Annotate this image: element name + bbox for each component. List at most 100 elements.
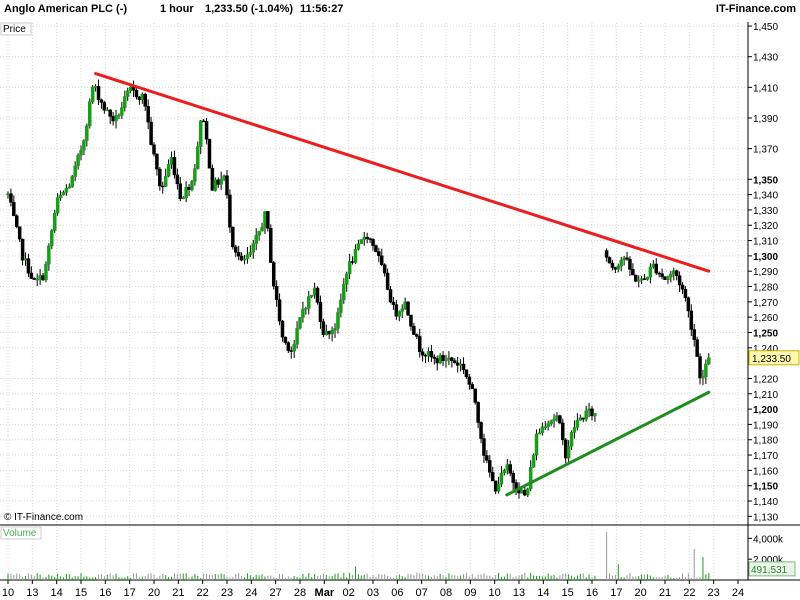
candle-up bbox=[622, 257, 626, 261]
candle-up bbox=[555, 415, 559, 420]
price-tick-label: 1,280 bbox=[753, 283, 778, 294]
candle-down bbox=[216, 179, 220, 185]
candle-down bbox=[327, 331, 331, 335]
candle-down bbox=[234, 246, 238, 253]
candle-up bbox=[324, 331, 329, 335]
candle-up bbox=[438, 355, 442, 364]
candle-down bbox=[131, 87, 136, 91]
time-tick-label: 22 bbox=[683, 587, 695, 599]
candle-up bbox=[307, 296, 311, 309]
candle-down bbox=[143, 93, 147, 107]
time-tick-label: 13 bbox=[26, 587, 38, 599]
candle-down bbox=[415, 334, 419, 337]
candle-down bbox=[455, 362, 460, 366]
candle-down bbox=[368, 238, 372, 240]
candle-up bbox=[47, 245, 51, 265]
candle-down bbox=[161, 185, 165, 188]
candle-down bbox=[41, 275, 45, 281]
candle-down bbox=[450, 357, 454, 361]
candle-down bbox=[467, 376, 472, 385]
candle-down bbox=[590, 408, 594, 417]
candle-down bbox=[102, 102, 107, 111]
time-tick-label: 03 bbox=[367, 587, 379, 599]
candle-down bbox=[461, 363, 466, 371]
candle-up bbox=[82, 140, 86, 151]
candle-down bbox=[488, 460, 492, 473]
candle-down bbox=[15, 215, 19, 228]
price-tick-label: 1,210 bbox=[753, 390, 778, 401]
candle-up bbox=[336, 312, 340, 329]
candle-up bbox=[263, 211, 267, 228]
candle-down bbox=[210, 168, 215, 191]
candle-down bbox=[137, 96, 142, 100]
candle-up bbox=[397, 311, 402, 317]
candle-up bbox=[44, 263, 48, 281]
candle-up bbox=[123, 96, 127, 108]
candle-down bbox=[236, 252, 241, 257]
candle-down bbox=[374, 245, 378, 252]
candle-up bbox=[90, 86, 95, 102]
price-chart[interactable]: Price Volume © IT-Finance.com 1,130 1,140 1,1… bbox=[0, 0, 800, 600]
candle-down bbox=[476, 402, 480, 423]
candle-down bbox=[674, 270, 679, 277]
candle-down bbox=[631, 269, 635, 276]
candle-up bbox=[356, 243, 361, 250]
candle-down bbox=[321, 321, 326, 335]
candle-up bbox=[505, 464, 510, 471]
candle-up bbox=[572, 427, 577, 433]
candle-up bbox=[70, 176, 74, 188]
candle-up bbox=[403, 301, 407, 310]
candle-up bbox=[400, 308, 404, 312]
candle-down bbox=[315, 287, 320, 303]
candle-up bbox=[88, 101, 92, 126]
candle-up bbox=[648, 266, 653, 278]
time-tick-label: Mar bbox=[315, 587, 335, 599]
candle-down bbox=[365, 236, 369, 239]
candle-down bbox=[493, 480, 498, 492]
candle-up bbox=[593, 413, 597, 417]
time-tick-label: 15 bbox=[75, 587, 87, 599]
candle-down bbox=[581, 417, 585, 420]
candle-up bbox=[537, 432, 542, 435]
candle-down bbox=[283, 336, 288, 343]
candle-up bbox=[35, 278, 39, 281]
candle-up bbox=[309, 294, 314, 297]
candle-down bbox=[523, 490, 527, 496]
candle-up bbox=[73, 165, 77, 177]
candle-up bbox=[651, 263, 656, 268]
candle-up bbox=[117, 114, 121, 117]
time-tick-label: 17 bbox=[124, 587, 136, 599]
candle-down bbox=[388, 289, 393, 303]
candle-down bbox=[99, 99, 104, 103]
candle-up bbox=[257, 230, 261, 236]
candle-up bbox=[330, 330, 334, 335]
price-tick-label: 1,370 bbox=[753, 145, 778, 156]
candle-up bbox=[105, 109, 110, 112]
candle-down bbox=[490, 472, 495, 482]
candle-down bbox=[412, 326, 416, 335]
candle-up bbox=[198, 120, 203, 147]
candle-up bbox=[248, 251, 253, 255]
candle-up bbox=[543, 426, 548, 428]
candle-down bbox=[286, 342, 291, 351]
candle-down bbox=[391, 301, 396, 305]
candle-up bbox=[496, 483, 501, 492]
time-tick-label: 14 bbox=[51, 587, 63, 599]
candle-up bbox=[666, 276, 670, 280]
candle-up bbox=[342, 283, 346, 301]
candle-up bbox=[502, 469, 507, 474]
candle-up bbox=[196, 146, 200, 169]
candle-up bbox=[67, 186, 72, 189]
candle-up bbox=[260, 227, 264, 232]
candle-down bbox=[663, 276, 667, 280]
time-tick-label: 24 bbox=[732, 587, 744, 599]
candle-down bbox=[692, 329, 696, 340]
candle-down bbox=[266, 211, 270, 229]
time-tick-label: 23 bbox=[708, 587, 720, 599]
time-tick-label: 10 bbox=[2, 587, 14, 599]
candle-up bbox=[636, 279, 641, 282]
candle-up bbox=[707, 357, 711, 365]
candle-down bbox=[382, 264, 387, 274]
time-tick-label: 22 bbox=[197, 587, 209, 599]
candle-up bbox=[242, 258, 247, 261]
